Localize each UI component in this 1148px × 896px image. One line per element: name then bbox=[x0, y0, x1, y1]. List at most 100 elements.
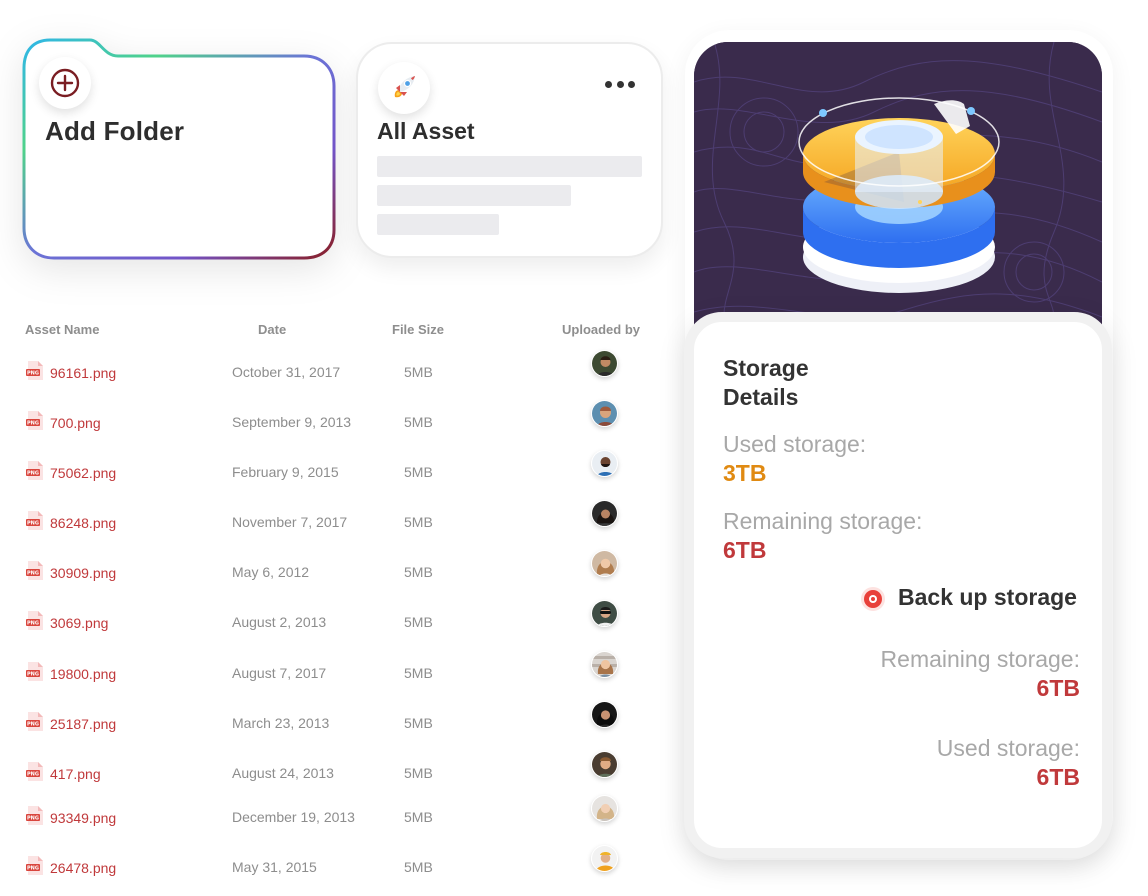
file-name[interactable]: 93349.png bbox=[50, 810, 116, 826]
table-row[interactable]: PNG 26478.png May 31, 2015 5MB bbox=[0, 845, 670, 896]
file-size: 5MB bbox=[404, 665, 433, 681]
remaining-storage-label: Remaining storage: bbox=[723, 508, 923, 534]
avatar-image bbox=[592, 351, 617, 376]
file-icon-label: PNG bbox=[27, 771, 39, 777]
png-file-icon: PNG bbox=[26, 561, 43, 580]
png-file-icon: PNG bbox=[26, 856, 43, 875]
avatar[interactable] bbox=[591, 350, 618, 377]
avatar-image bbox=[592, 752, 617, 777]
backup-used-value: 6TB bbox=[1036, 764, 1080, 790]
png-file-icon: PNG bbox=[26, 806, 43, 825]
avatar-image bbox=[592, 702, 617, 727]
file-name[interactable]: 86248.png bbox=[50, 515, 116, 531]
table-row[interactable]: PNG 30909.png May 6, 2012 5MB bbox=[0, 550, 670, 601]
avatar-image bbox=[592, 451, 617, 476]
file-size: 5MB bbox=[404, 614, 433, 630]
avatar-image bbox=[592, 601, 617, 626]
file-icon-label: PNG bbox=[27, 370, 39, 376]
avatar[interactable] bbox=[591, 795, 618, 822]
file-name[interactable]: 3069.png bbox=[50, 615, 108, 631]
backup-remaining-value: 6TB bbox=[1036, 675, 1080, 701]
file-name[interactable]: 96161.png bbox=[50, 365, 116, 381]
backup-storage-toggle[interactable]: Back up storage bbox=[864, 584, 1084, 614]
png-file-icon: PNG bbox=[26, 361, 43, 380]
avatar[interactable] bbox=[591, 400, 618, 427]
file-size: 5MB bbox=[404, 809, 433, 825]
table-row[interactable]: PNG 19800.png August 7, 2017 5MB bbox=[0, 651, 670, 702]
avatar[interactable] bbox=[591, 751, 618, 778]
table-row[interactable]: PNG 96161.png October 31, 2017 5MB bbox=[0, 350, 670, 401]
file-icon-label: PNG bbox=[27, 671, 39, 677]
file-size: 5MB bbox=[404, 715, 433, 731]
file-icon-label: PNG bbox=[27, 815, 39, 821]
table-row[interactable]: PNG 417.png August 24, 2013 5MB bbox=[0, 751, 670, 802]
png-file-icon: PNG bbox=[26, 712, 43, 731]
table-row[interactable]: PNG 3069.png August 2, 2013 5MB bbox=[0, 600, 670, 651]
file-name[interactable]: 700.png bbox=[50, 415, 101, 431]
file-size: 5MB bbox=[404, 414, 433, 430]
file-name[interactable]: 26478.png bbox=[50, 860, 116, 876]
png-file-icon: PNG bbox=[26, 762, 43, 781]
png-file-icon: PNG bbox=[26, 511, 43, 530]
column-header-asset-name[interactable]: Asset Name bbox=[25, 322, 99, 337]
file-name[interactable]: 417.png bbox=[50, 766, 101, 782]
table-row[interactable]: PNG 93349.png December 19, 2013 5MB bbox=[0, 795, 670, 846]
png-file-icon: PNG bbox=[26, 411, 43, 430]
file-icon-label: PNG bbox=[27, 570, 39, 576]
backup-storage-label: Back up storage bbox=[898, 584, 1077, 610]
file-name[interactable]: 75062.png bbox=[50, 465, 116, 481]
file-date: October 31, 2017 bbox=[232, 364, 341, 380]
avatar-image bbox=[592, 401, 617, 426]
add-folder-button[interactable] bbox=[39, 57, 91, 109]
avatar-image bbox=[592, 846, 617, 871]
file-date: May 6, 2012 bbox=[232, 564, 310, 580]
file-name[interactable]: 19800.png bbox=[50, 666, 116, 682]
file-date: December 19, 2013 bbox=[232, 809, 355, 825]
avatar[interactable] bbox=[591, 651, 618, 678]
png-file-icon: PNG bbox=[26, 611, 43, 630]
rocket-badge bbox=[378, 62, 430, 114]
remaining-storage-value: 6TB bbox=[723, 537, 767, 563]
column-header-date[interactable]: Date bbox=[258, 322, 286, 337]
file-size: 5MB bbox=[404, 364, 433, 380]
file-date: August 2, 2013 bbox=[232, 614, 327, 630]
used-storage-value: 3TB bbox=[723, 460, 767, 486]
avatar[interactable] bbox=[591, 550, 618, 577]
file-icon-label: PNG bbox=[27, 470, 39, 476]
file-date: February 9, 2015 bbox=[232, 464, 339, 480]
file-icon-label: PNG bbox=[27, 721, 39, 727]
file-name[interactable]: 30909.png bbox=[50, 565, 116, 581]
avatar-image bbox=[592, 501, 617, 526]
avatar[interactable] bbox=[591, 701, 618, 728]
file-size: 5MB bbox=[404, 859, 433, 875]
table-row[interactable]: PNG 25187.png March 23, 2013 5MB bbox=[0, 701, 670, 752]
file-size: 5MB bbox=[404, 514, 433, 530]
more-options-button[interactable] bbox=[605, 74, 635, 94]
avatar[interactable] bbox=[591, 500, 618, 527]
table-row[interactable]: PNG 700.png September 9, 2013 5MB bbox=[0, 400, 670, 451]
all-asset-card[interactable]: All Asset bbox=[356, 42, 663, 258]
file-date: March 23, 2013 bbox=[232, 715, 330, 731]
file-size: 5MB bbox=[404, 564, 433, 580]
file-size: 5MB bbox=[404, 464, 433, 480]
more-dot bbox=[628, 80, 635, 88]
file-name[interactable]: 25187.png bbox=[50, 716, 116, 732]
avatar[interactable] bbox=[591, 600, 618, 627]
table-row[interactable]: PNG 75062.png February 9, 2015 5MB bbox=[0, 450, 670, 501]
backup-remaining-label: Remaining storage: bbox=[880, 646, 1080, 672]
skeleton-line bbox=[377, 185, 571, 206]
file-icon-label: PNG bbox=[27, 420, 39, 426]
avatar[interactable] bbox=[591, 450, 618, 477]
avatar-image bbox=[592, 796, 617, 821]
avatar[interactable] bbox=[591, 845, 618, 872]
add-folder-card[interactable]: Add Folder bbox=[22, 38, 338, 262]
all-asset-title: All Asset bbox=[377, 118, 475, 144]
column-header-uploaded-by[interactable]: Uploaded by bbox=[562, 322, 640, 337]
file-date: May 31, 2015 bbox=[232, 859, 317, 875]
add-folder-title: Add Folder bbox=[45, 116, 185, 146]
file-icon-label: PNG bbox=[27, 865, 39, 871]
table-row[interactable]: PNG 86248.png November 7, 2017 5MB bbox=[0, 500, 670, 551]
plus-circle-icon bbox=[50, 68, 80, 98]
column-header-file-size[interactable]: File Size bbox=[392, 322, 444, 337]
file-date: November 7, 2017 bbox=[232, 514, 348, 530]
